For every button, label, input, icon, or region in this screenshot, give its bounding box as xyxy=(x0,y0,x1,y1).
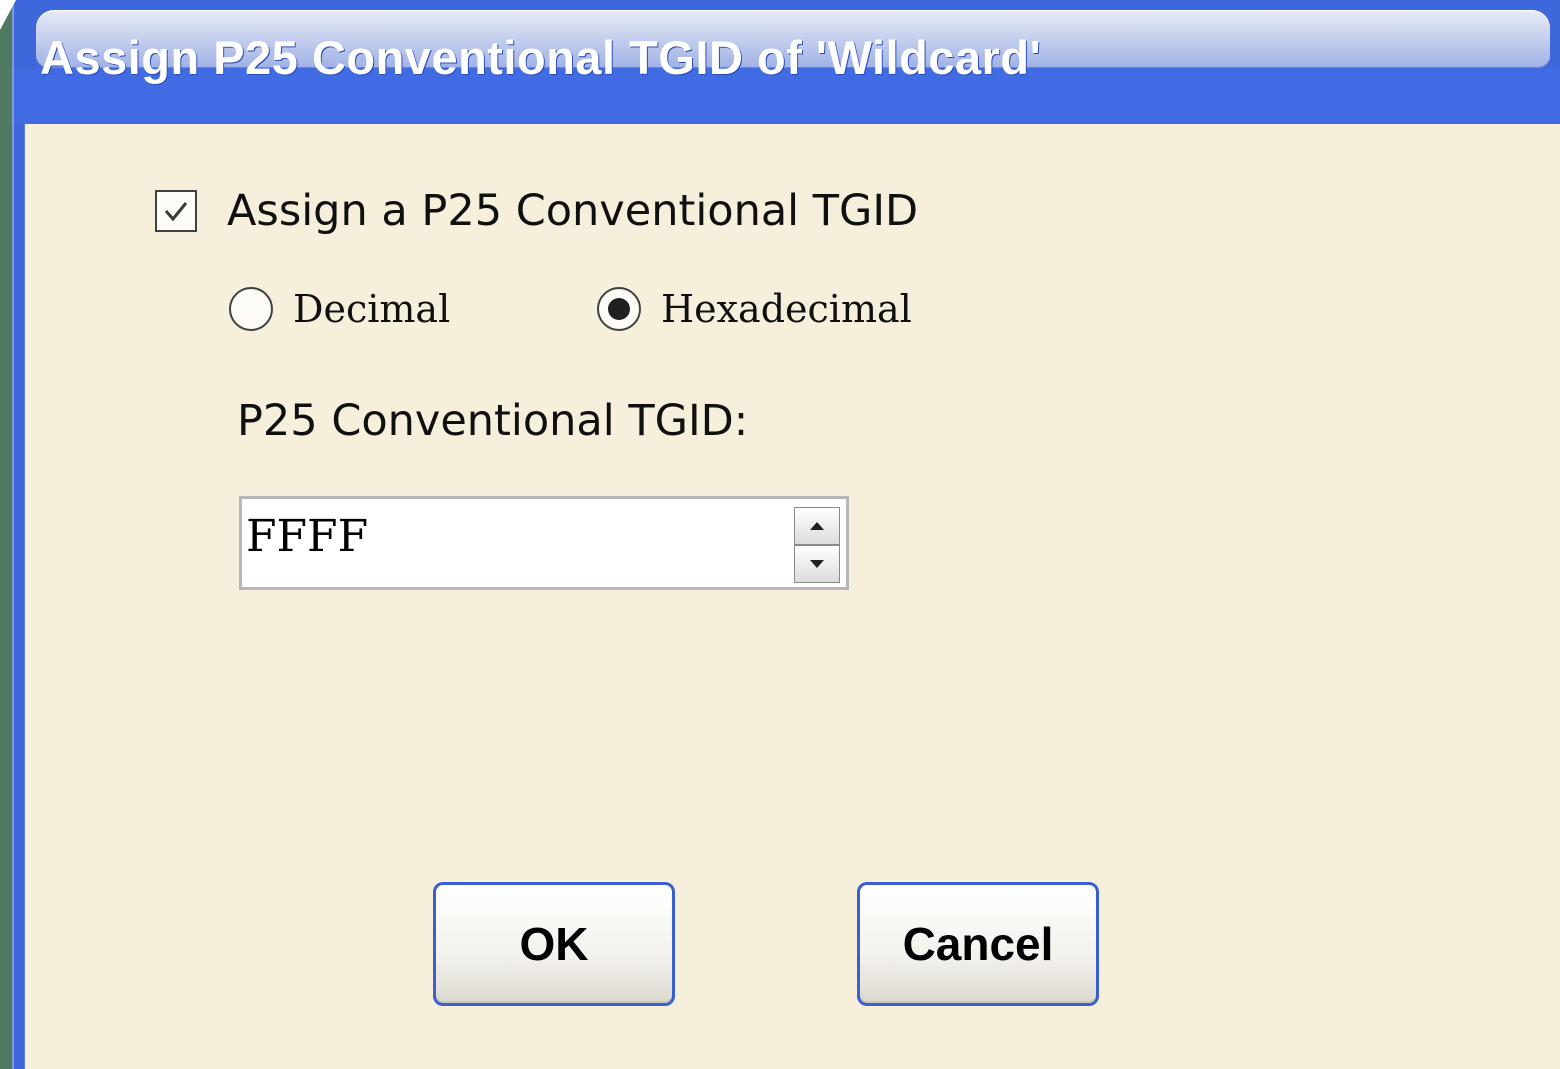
radio-selected-dot xyxy=(608,298,630,320)
cancel-button[interactable]: Cancel xyxy=(857,882,1099,1006)
radio-decimal-row[interactable]: Decimal xyxy=(229,284,450,334)
window-corner xyxy=(0,0,16,30)
radio-decimal-label: Decimal xyxy=(293,287,451,331)
dialog-window: Assign P25 Conventional TGID of 'Wildcar… xyxy=(12,0,1560,1069)
arrow-up-icon xyxy=(810,522,824,530)
radio-hexadecimal-row[interactable]: Hexadecimal xyxy=(597,284,912,334)
spin-down-button[interactable] xyxy=(794,545,840,583)
spin-up-button[interactable] xyxy=(794,507,840,545)
dialog-title: Assign P25 Conventional TGID of 'Wildcar… xyxy=(40,31,1042,84)
tgid-input[interactable]: FFFF xyxy=(246,511,368,562)
dialog-body: Assign a P25 Conventional TGID Decimal H… xyxy=(24,124,1560,1069)
radio-hexadecimal-label: Hexadecimal xyxy=(661,287,912,331)
tgid-spinbox[interactable]: FFFF xyxy=(239,496,849,590)
ok-button[interactable]: OK xyxy=(433,882,675,1006)
radio-hexadecimal[interactable] xyxy=(597,287,641,331)
assign-tgid-checkbox-row[interactable]: Assign a P25 Conventional TGID xyxy=(155,186,918,236)
tgid-field-label: P25 Conventional TGID: xyxy=(237,396,749,446)
radio-decimal[interactable] xyxy=(229,287,273,331)
checkmark-icon xyxy=(164,202,188,222)
arrow-down-icon xyxy=(810,560,824,568)
assign-tgid-checkbox-label: Assign a P25 Conventional TGID xyxy=(227,186,919,236)
assign-tgid-checkbox[interactable] xyxy=(155,190,197,232)
